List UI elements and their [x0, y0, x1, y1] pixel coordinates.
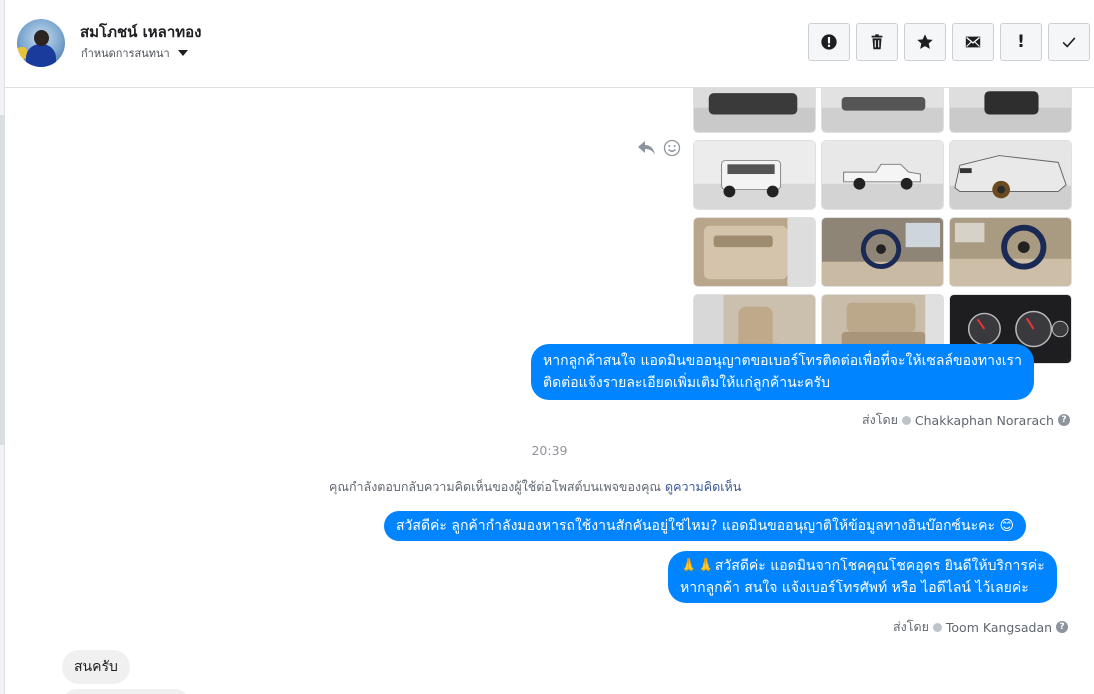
- outgoing-message[interactable]: สวัสดีค่ะ ลูกค้ากำลังมองหารถใช้งานสักคัน…: [384, 511, 1027, 541]
- outgoing-message[interactable]: หากลูกค้าสนใจ แอดมินขออนุญาตขอเบอร์โทรติ…: [531, 344, 1034, 400]
- check-icon: [1062, 37, 1076, 48]
- sent-by-label: ส่งโดย: [893, 619, 929, 634]
- car-rear-photo[interactable]: [693, 88, 816, 133]
- message-text: 🙏🙏สวัสดีค่ะ แอดมินจากโชคคุณโชคอุดร ยินดี…: [680, 558, 1045, 574]
- emoji-reaction-icon[interactable]: [663, 139, 681, 157]
- door-interior-photo[interactable]: [693, 217, 816, 287]
- message-list: หากลูกค้าสนใจ แอดมินขออนุญาตขอเบอร์โทรติ…: [5, 88, 1094, 694]
- conversation-subtitle: กำหนดการสนทนา: [81, 47, 170, 60]
- mark-unread-button[interactable]: [952, 23, 994, 61]
- exclamation-icon: !: [1017, 32, 1025, 52]
- verified-check-icon: [901, 415, 911, 425]
- pickup-side-photo[interactable]: [821, 140, 944, 210]
- sent-by-info: ส่งโดย Toom Kangsadan ?: [893, 617, 1069, 637]
- help-icon[interactable]: ?: [1056, 621, 1069, 633]
- timestamp-separator: 20:39: [531, 443, 568, 458]
- mark-important-button[interactable]: !: [1000, 23, 1042, 61]
- outgoing-message[interactable]: 🙏🙏สวัสดีค่ะ แอดมินจากโชคคุณโชคอุดร ยินดี…: [668, 551, 1057, 603]
- conversation-settings-dropdown[interactable]: กำหนดการสนทนา: [81, 44, 188, 62]
- incoming-message-partial[interactable]: [62, 689, 190, 694]
- message-text: หากลูกค้าสนใจ แอดมินขออนุญาตขอเบอร์โทรติ…: [543, 353, 1022, 369]
- envelope-icon: [965, 36, 981, 48]
- conversation-header: สมโภชน์ เหลาทอง กำหนดการสนทนา !: [5, 0, 1094, 88]
- pickup-front-photo[interactable]: [949, 140, 1072, 210]
- sender-name[interactable]: Toom Kangsadan: [946, 620, 1052, 635]
- notice-text: คุณกำลังตอบกลับความคิดเห็นของผู้ใช้ต่อโพ…: [329, 479, 662, 494]
- car-side-photo[interactable]: [821, 88, 944, 133]
- message-text: สนครับ: [74, 659, 118, 675]
- sent-by-label: ส่งโดย: [862, 412, 898, 427]
- scrollbar-thumb[interactable]: [0, 115, 4, 445]
- dashboard-photo[interactable]: [949, 217, 1072, 287]
- verified-check-icon: [932, 622, 942, 632]
- message-text: หากลูกค้า สนใจ แจ้งเบอร์โทรศัพท์ หรือ ไอ…: [680, 580, 1029, 596]
- trash-icon: [871, 34, 883, 50]
- sent-by-info: ส่งโดย Chakkaphan Norarach ?: [862, 410, 1070, 430]
- caret-down-icon: [177, 50, 188, 56]
- photo-attachment-grid: [693, 88, 1073, 364]
- steering-wheel-photo[interactable]: [821, 217, 944, 287]
- alert-circle-icon: [821, 34, 837, 50]
- mark-done-button[interactable]: [1048, 23, 1090, 61]
- avatar[interactable]: [17, 19, 65, 67]
- contact-name[interactable]: สมโภชน์ เหลาทอง: [80, 20, 202, 44]
- star-icon: [917, 34, 933, 49]
- help-icon[interactable]: ?: [1057, 414, 1070, 426]
- car-front-photo[interactable]: [949, 88, 1072, 133]
- sender-name[interactable]: Chakkaphan Norarach: [915, 413, 1054, 428]
- pickup-rear-photo[interactable]: [693, 140, 816, 210]
- message-tools: [637, 139, 681, 157]
- view-comment-link[interactable]: ดูความคิดเห็น: [665, 479, 741, 494]
- comment-reply-notice: คุณกำลังตอบกลับความคิดเห็นของผู้ใช้ต่อโพ…: [329, 477, 741, 497]
- star-button[interactable]: [904, 23, 946, 61]
- incoming-message[interactable]: สนครับ: [62, 650, 130, 684]
- header-actions: !: [808, 23, 1090, 61]
- delete-button[interactable]: [856, 23, 898, 61]
- reply-icon[interactable]: [637, 139, 657, 157]
- message-text: สวัสดีค่ะ ลูกค้ากำลังมองหารถใช้งานสักคัน…: [396, 518, 1015, 534]
- report-button[interactable]: [808, 23, 850, 61]
- message-text: ติดต่อแจ้งรายละเอียดเพิ่มเติมให้แก่ลูกค้…: [543, 375, 830, 391]
